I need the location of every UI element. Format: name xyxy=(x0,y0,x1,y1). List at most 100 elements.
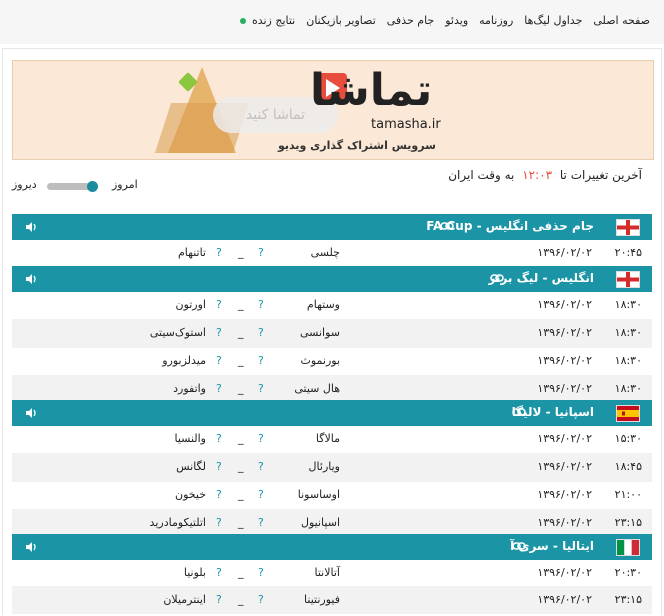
score-separator: _ xyxy=(238,566,244,579)
home-team[interactable]: اسپانیول xyxy=(301,516,340,529)
nav-video[interactable]: ویدئو xyxy=(445,14,468,27)
match-time: ۱۸:۳۰ xyxy=(614,298,642,311)
league-section: ایتالیا - سری آ ۲۰:۳۰ ۱۳۹۶/۰۲/۰۲ آتالانت… xyxy=(12,534,652,614)
home-score: ? xyxy=(258,488,264,501)
nav-cup[interactable]: جام حذفی xyxy=(387,14,434,27)
match-time: ۲۰:۴۵ xyxy=(614,246,642,259)
home-team[interactable]: بورنموث xyxy=(300,354,340,367)
score-separator: _ xyxy=(238,488,244,501)
home-team[interactable]: فیورنتینا xyxy=(304,593,340,606)
link-icon[interactable] xyxy=(512,541,526,551)
spain-flag-icon xyxy=(616,405,640,422)
status-suffix: به وقت ایران xyxy=(448,168,515,182)
match-date: ۱۳۹۶/۰۲/۰۲ xyxy=(537,298,592,311)
nav-newspaper[interactable]: روزنامه xyxy=(479,14,513,27)
score-separator: _ xyxy=(238,298,244,311)
nav-live-results[interactable]: نتایج زنده xyxy=(239,14,295,27)
away-team[interactable]: والنسیا xyxy=(174,432,206,445)
home-team[interactable]: وستهام xyxy=(307,298,340,311)
away-team[interactable]: استوک‌سیتی xyxy=(150,326,206,339)
match-time: ۱۸:۳۰ xyxy=(614,326,642,339)
match-row[interactable]: ۲۳:۱۵ ۱۳۹۶/۰۲/۰۲ فیورنتینا ? _ ? اینترمی… xyxy=(12,587,652,614)
match-row[interactable]: ۲۰:۴۵ ۱۳۹۶/۰۲/۰۲ چلسی ? _ ? تاتنهام xyxy=(12,240,652,268)
home-team[interactable]: آتالانتا xyxy=(315,566,340,579)
away-score: ? xyxy=(216,460,222,473)
league-header[interactable]: ایتالیا - سری آ xyxy=(12,534,652,560)
match-date: ۱۳۹۶/۰۲/۰۲ xyxy=(537,566,592,579)
match-row[interactable]: ۱۸:۳۰ ۱۳۹۶/۰۲/۰۲ سوانسی ? _ ? استوک‌سیتی xyxy=(12,320,652,348)
away-team[interactable]: میدلزبورو xyxy=(162,354,206,367)
home-score: ? xyxy=(258,432,264,445)
main-content: تماشا کنید تماشا tamasha.ir سرویس اشتراک… xyxy=(0,44,664,616)
match-row[interactable]: ۱۸:۳۰ ۱۳۹۶/۰۲/۰۲ وستهام ? _ ? اورتون xyxy=(12,292,652,320)
match-row[interactable]: ۲۱:۰۰ ۱۳۹۶/۰۲/۰۲ اوساسونا ? _ ? خیخون xyxy=(12,482,652,510)
score-separator: _ xyxy=(238,432,244,445)
league-section: جام حذفی انگلیس - FA Cup ۲۰:۴۵ ۱۳۹۶/۰۲/۰… xyxy=(12,214,652,268)
sound-icon[interactable] xyxy=(24,272,38,286)
nav-home[interactable]: صفحه اصلی xyxy=(593,14,650,27)
england-flag-icon xyxy=(616,219,640,236)
link-icon[interactable] xyxy=(440,221,454,231)
home-score: ? xyxy=(258,593,264,606)
sound-icon[interactable] xyxy=(24,540,38,554)
away-team[interactable]: خیخون xyxy=(175,488,206,501)
away-team[interactable]: بلونیا xyxy=(184,566,206,579)
nav-player-photos[interactable]: تصاویر بازیکنان xyxy=(306,14,376,27)
score-separator: _ xyxy=(238,326,244,339)
home-score: ? xyxy=(258,516,264,529)
league-section: اسپانیا - لالیگا ۱۵:۳۰ ۱۳۹۶/۰۲/۰۲ مالاگا… xyxy=(12,400,652,538)
match-row[interactable]: ۱۵:۳۰ ۱۳۹۶/۰۲/۰۲ مالاگا ? _ ? والنسیا xyxy=(12,426,652,454)
toggle-today-label[interactable]: امروز xyxy=(112,178,138,191)
league-title[interactable]: انگلیس - لیگ برتر xyxy=(488,271,594,285)
away-team[interactable]: اتلتیکومادرید xyxy=(150,516,206,529)
toggle-yesterday-label[interactable]: دیروز xyxy=(12,178,37,191)
away-team[interactable]: لگانس xyxy=(176,460,206,473)
match-date: ۱۳۹۶/۰۲/۰۲ xyxy=(537,593,592,606)
home-team[interactable]: سوانسی xyxy=(300,326,340,339)
home-team[interactable]: ویارئال xyxy=(309,460,340,473)
away-score: ? xyxy=(216,488,222,501)
league-header[interactable]: جام حذفی انگلیس - FA Cup xyxy=(12,214,652,240)
link-icon[interactable] xyxy=(512,407,526,417)
england-flag-icon xyxy=(616,271,640,288)
logo-latin-text: tamasha.ir xyxy=(371,117,441,132)
league-header[interactable]: انگلیس - لیگ برتر xyxy=(12,266,652,292)
score-separator: _ xyxy=(238,246,244,259)
league-section: انگلیس - لیگ برتر ۱۸:۳۰ ۱۳۹۶/۰۲/۰۲ وستها… xyxy=(12,266,652,404)
away-team[interactable]: اورتون xyxy=(175,298,206,311)
home-team[interactable]: هال سیتی xyxy=(294,382,340,395)
match-row[interactable]: ۲۰:۳۰ ۱۳۹۶/۰۲/۰۲ آتالانتا ? _ ? بلونیا xyxy=(12,560,652,587)
nav-league-tables[interactable]: جداول لیگ‌ها xyxy=(524,14,582,27)
league-header[interactable]: اسپانیا - لالیگا xyxy=(12,400,652,426)
status-prefix: آخرین تغییرات تا xyxy=(559,168,642,182)
tamasha-ad-banner[interactable]: تماشا کنید تماشا tamasha.ir سرویس اشتراک… xyxy=(12,60,654,160)
away-team[interactable]: تاتنهام xyxy=(178,246,206,259)
away-score: ? xyxy=(216,354,222,367)
banner-tagline: سرویس اشتراک گذاری ویدیو xyxy=(278,139,436,152)
day-toggle[interactable]: دیروز امروز xyxy=(12,178,162,196)
match-row[interactable]: ۱۸:۳۰ ۱۳۹۶/۰۲/۰۲ بورنموث ? _ ? میدلزبورو xyxy=(12,348,652,376)
home-score: ? xyxy=(258,566,264,579)
toggle-knob[interactable] xyxy=(87,181,98,192)
home-team[interactable]: مالاگا xyxy=(316,432,340,445)
away-score: ? xyxy=(216,432,222,445)
match-row[interactable]: ۱۸:۴۵ ۱۳۹۶/۰۲/۰۲ ویارئال ? _ ? لگانس xyxy=(12,454,652,482)
home-score: ? xyxy=(258,298,264,311)
home-score: ? xyxy=(258,354,264,367)
match-time: ۱۸:۴۵ xyxy=(614,460,642,473)
sound-icon[interactable] xyxy=(24,220,38,234)
away-team[interactable]: اینترمیلان xyxy=(163,593,206,606)
home-score: ? xyxy=(258,382,264,395)
link-icon[interactable] xyxy=(490,273,504,283)
away-score: ? xyxy=(216,326,222,339)
match-date: ۱۳۹۶/۰۲/۰۲ xyxy=(537,382,592,395)
away-score: ? xyxy=(216,298,222,311)
home-team[interactable]: چلسی xyxy=(311,246,340,259)
sound-icon[interactable] xyxy=(24,406,38,420)
home-team[interactable]: اوساسونا xyxy=(298,488,340,501)
away-score: ? xyxy=(216,566,222,579)
last-update-status: آخرین تغییرات تا ۱۲:۰۳ به وقت ایران xyxy=(448,168,642,182)
match-date: ۱۳۹۶/۰۲/۰۲ xyxy=(537,326,592,339)
away-team[interactable]: واتفورد xyxy=(173,382,206,395)
logo-wordmark: تماشا xyxy=(310,65,434,116)
